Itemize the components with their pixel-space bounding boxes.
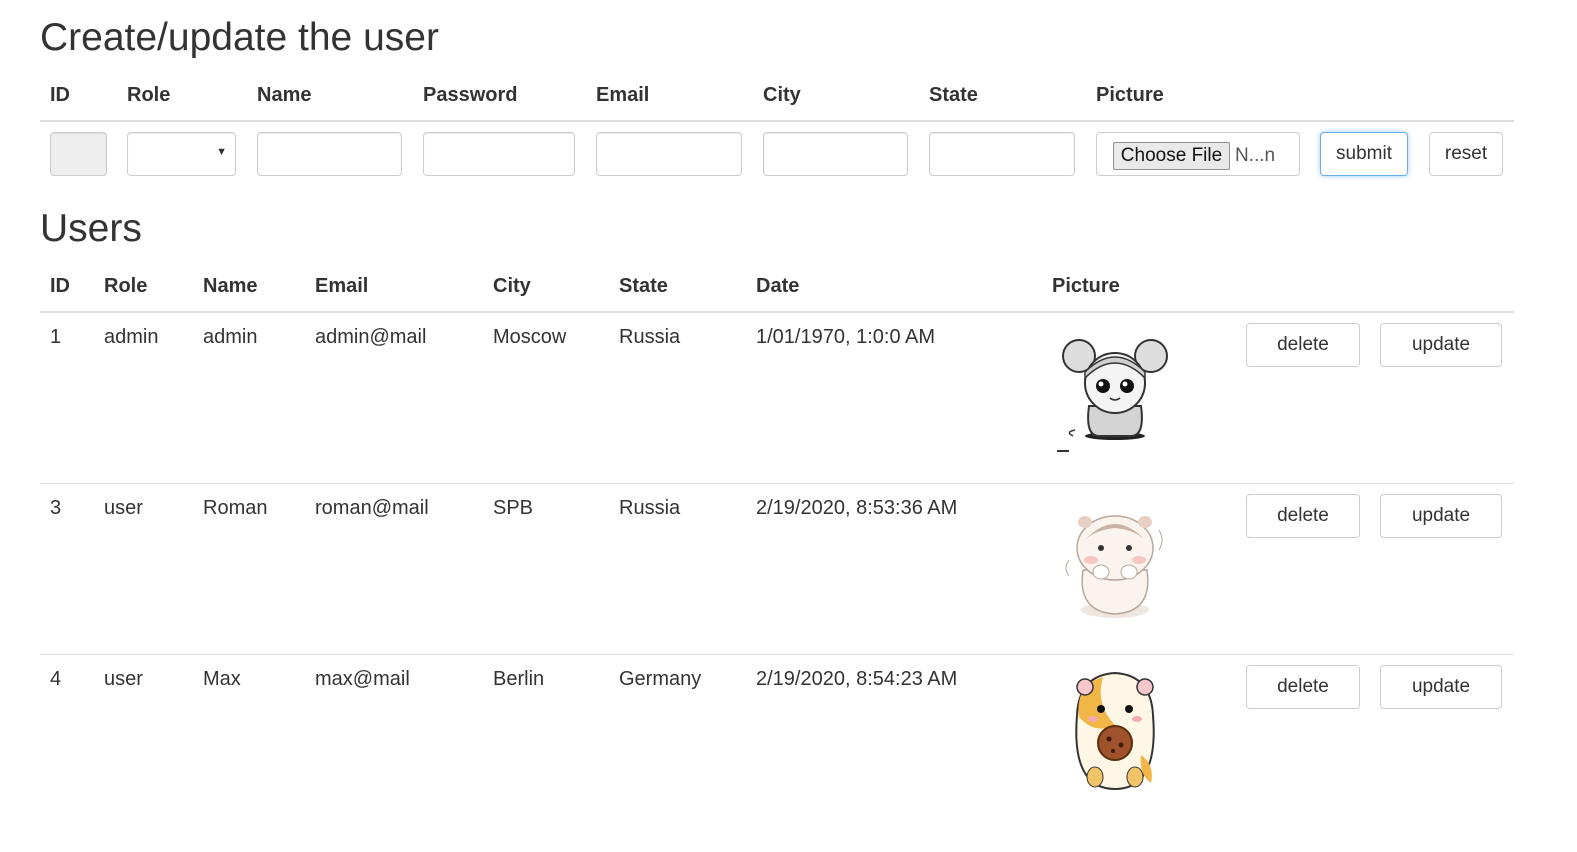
user-state: Russia [619, 497, 681, 519]
form-title: Create/update the user [40, 16, 439, 59]
role-select[interactable]: ▼ [127, 132, 236, 176]
row-divider [40, 654, 1514, 655]
form-header-state: State [929, 84, 978, 106]
reset-button[interactable]: reset [1429, 132, 1503, 176]
user-picture-hamster-cookie [1075, 671, 1155, 791]
user-date: 2/19/2020, 8:53:36 AM [756, 497, 958, 519]
form-header-name: Name [257, 84, 312, 106]
user-city: Berlin [493, 668, 545, 690]
form-header-email: Email [596, 84, 650, 106]
password-field[interactable] [423, 132, 575, 176]
picture-file-input[interactable]: Choose File N...n [1096, 132, 1300, 176]
users-header-picture: Picture [1052, 275, 1120, 297]
row-divider [40, 483, 1514, 484]
users-header-role: Role [104, 275, 148, 297]
form-header-picture: Picture [1096, 84, 1164, 106]
form-header-id: ID [50, 84, 70, 106]
users-header-name: Name [203, 275, 258, 297]
user-id: 1 [50, 326, 62, 348]
delete-button[interactable]: delete [1246, 665, 1360, 709]
users-header-email: Email [315, 275, 369, 297]
user-picture-hamster-sketch [1057, 339, 1168, 452]
user-name: Roman [203, 497, 268, 519]
update-button[interactable]: update [1380, 323, 1502, 367]
user-state: Germany [619, 668, 702, 690]
users-header-state: State [619, 275, 668, 297]
user-email: max@mail [315, 668, 410, 690]
user-picture-hamster-watercolor [1065, 515, 1163, 618]
user-role: user [104, 668, 143, 690]
file-name-label: N...n [1235, 145, 1276, 166]
user-email: roman@mail [315, 497, 429, 519]
user-id: 4 [50, 668, 62, 690]
users-title: Users [40, 207, 142, 250]
users-header-divider [40, 311, 1514, 313]
name-field[interactable] [257, 132, 402, 176]
user-state: Russia [619, 326, 681, 348]
id-field [50, 132, 107, 176]
user-city: Moscow [493, 326, 567, 348]
user-city: SPB [493, 497, 534, 519]
user-name: admin [203, 326, 258, 348]
users-header-city: City [493, 275, 531, 297]
update-button[interactable]: update [1380, 665, 1502, 709]
form-header-divider [40, 120, 1514, 122]
form-header-city: City [763, 84, 801, 106]
chevron-down-icon: ▼ [216, 146, 227, 158]
update-button[interactable]: update [1380, 494, 1502, 538]
choose-file-button[interactable]: Choose File [1113, 142, 1230, 170]
form-header-password: Password [423, 84, 518, 106]
user-id: 3 [50, 497, 62, 519]
user-email: admin@mail [315, 326, 427, 348]
delete-button[interactable]: delete [1246, 494, 1360, 538]
user-name: Max [203, 668, 241, 690]
users-header-date: Date [756, 275, 800, 297]
submit-button[interactable]: submit [1320, 132, 1408, 176]
user-date: 2/19/2020, 8:54:23 AM [756, 668, 958, 690]
state-field[interactable] [929, 132, 1075, 176]
users-header-id: ID [50, 275, 70, 297]
email-field[interactable] [596, 132, 742, 176]
user-role: user [104, 497, 143, 519]
user-role: admin [104, 326, 159, 348]
user-date: 1/01/1970, 1:0:0 AM [756, 326, 936, 348]
form-header-role: Role [127, 84, 171, 106]
city-field[interactable] [763, 132, 908, 176]
delete-button[interactable]: delete [1246, 323, 1360, 367]
